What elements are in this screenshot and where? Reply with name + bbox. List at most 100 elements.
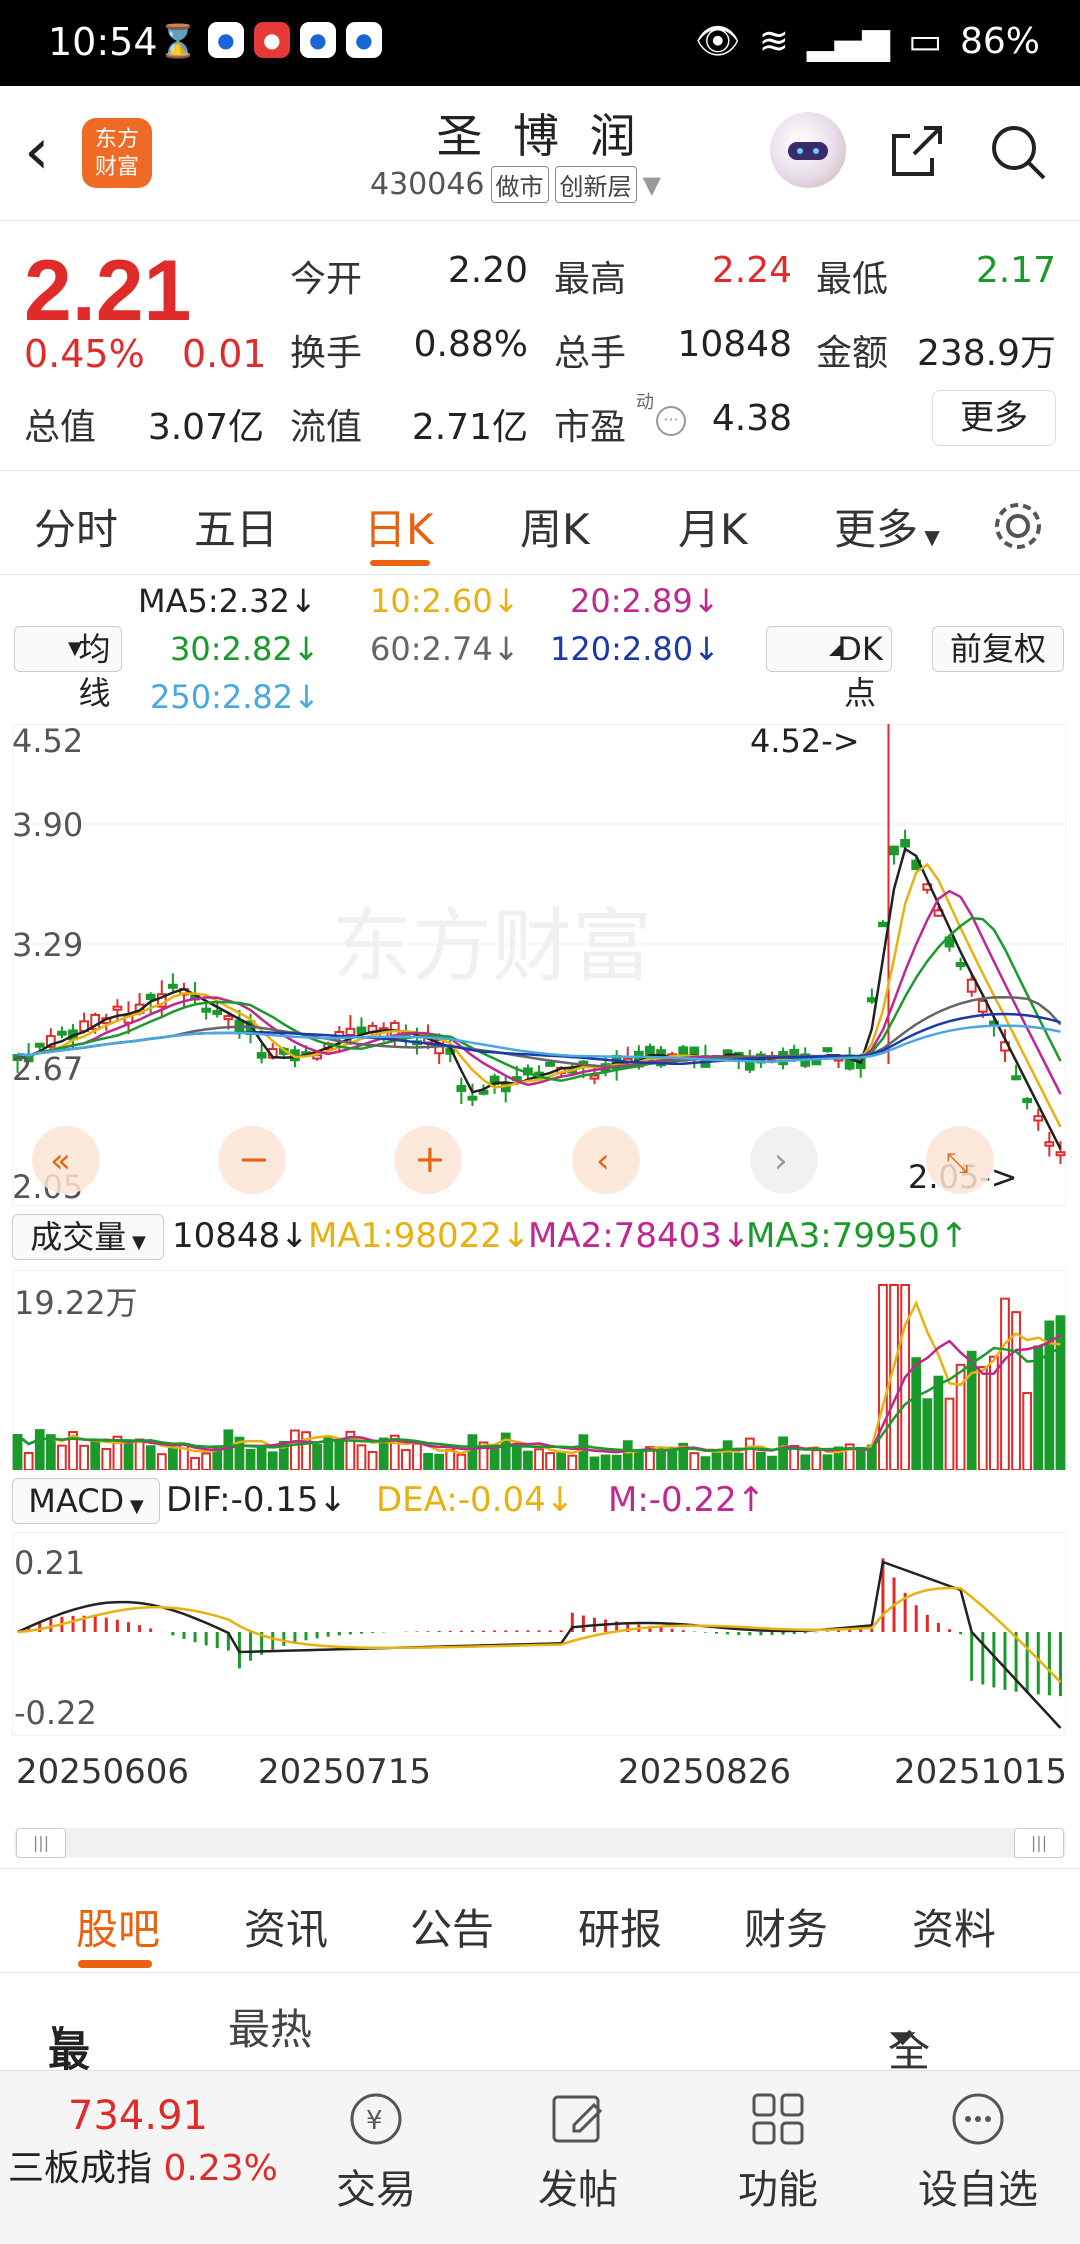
float-cap-value: 2.71亿: [411, 407, 528, 448]
ma20-value: 20:2.89↓: [570, 582, 720, 620]
post-button[interactable]: 发帖: [508, 2087, 648, 2215]
tab-five-day[interactable]: 五日: [194, 496, 278, 557]
tab-forum[interactable]: 股吧: [76, 1896, 160, 1957]
ma10-value: 10:2.60↓: [370, 582, 520, 620]
content-tabs: 股吧 资讯 公告 研报 财务 资料: [0, 1868, 1080, 1972]
pe-label: 市盈: [554, 407, 627, 448]
scroller-handle-left[interactable]: |||: [16, 1828, 66, 1858]
divider: [0, 470, 1080, 471]
pe-superscript: 动: [636, 392, 654, 413]
high-value: 2.24: [711, 250, 792, 291]
change-percent: 0.45%: [24, 332, 145, 376]
macd-y-max: 0.21: [14, 1544, 85, 1582]
battery-icon: ▭: [907, 20, 942, 62]
vol-ma2: MA2:78403↓: [528, 1216, 751, 1256]
share-icon[interactable]: [884, 120, 948, 184]
ma5-value: MA5:2.32↓: [138, 582, 317, 620]
battery-percent: 86%: [959, 20, 1040, 62]
index-ticker[interactable]: 734.91 三板成指 0.23%: [0, 2093, 290, 2191]
ma250-value: 250:2.82↓: [150, 678, 320, 716]
watermark: 东方财富: [332, 900, 652, 993]
ma30-value: 30:2.82↓: [170, 630, 320, 668]
tab-intraday[interactable]: 分时: [34, 496, 118, 557]
tab-monthly-k[interactable]: 月K: [678, 496, 748, 557]
high-marker: 4.52->: [750, 724, 860, 760]
volume-chart[interactable]: 19.22万: [12, 1270, 1066, 1470]
svg-text:−: −: [238, 1137, 270, 1181]
grid-icon: [752, 2093, 804, 2145]
index-change: 0.23%: [163, 2148, 278, 2189]
macd-selector[interactable]: MACD ▼: [12, 1478, 160, 1524]
svg-text:‹: ‹: [596, 1141, 610, 1181]
pe-value: 4.38: [711, 398, 792, 439]
settings-gear-icon[interactable]: [990, 498, 1046, 554]
tab-announcements[interactable]: 公告: [410, 1896, 494, 1957]
volume-legend: 成交量 ▼ 10848↓ MA1:98022↓ MA2:78403↓ MA3:7…: [12, 1212, 1066, 1262]
notification-icons: ⌛ ● ● ● ●: [158, 22, 382, 60]
period-tabs: 分时 五日 日K 周K 月K 更多 ▼: [0, 474, 1080, 574]
add-watchlist-button[interactable]: 设自选: [908, 2087, 1048, 2215]
y-axis-label: 3.90: [12, 806, 83, 844]
more-button[interactable]: 更多: [932, 390, 1056, 446]
y-axis-label: 3.29: [12, 926, 83, 964]
tab-research[interactable]: 研报: [578, 1896, 662, 1957]
hourglass-icon: ⌛: [158, 22, 198, 60]
svg-text:¥: ¥: [366, 2106, 383, 2136]
tier-tag: 创新层: [554, 166, 637, 203]
info-icon[interactable]: ···: [656, 406, 686, 436]
volume-value: 10848: [677, 324, 792, 365]
app-notification-icon: ●: [207, 22, 244, 58]
volume-label: 总手: [554, 333, 627, 374]
chart-range-scroller[interactable]: ||| |||: [14, 1828, 1066, 1858]
date-label: 20251015: [894, 1752, 1068, 1792]
ma-selector[interactable]: 均线 ▼: [14, 626, 122, 712]
stock-header: ‹ 东方 财富 圣 博 润 430046 做市 创新层 ▼: [0, 86, 1080, 220]
tab-news[interactable]: 资讯: [244, 1896, 328, 1957]
macd-dea: DEA:-0.04↓: [376, 1480, 575, 1520]
svg-text:›: ›: [774, 1141, 788, 1181]
trade-button[interactable]: ¥ 交易: [306, 2087, 446, 2215]
wifi-icon: ≋: [758, 20, 789, 62]
tab-daily-k[interactable]: 日K: [364, 496, 434, 557]
tab-finance[interactable]: 财务: [744, 1896, 828, 1957]
kline-chart[interactable]: 东方财富 4.52 3.90 3.29 2.67 2.05 4.52-> 2.0…: [12, 724, 1066, 1206]
macd-chart[interactable]: 0.21 -0.22: [12, 1532, 1066, 1736]
post-filter: 最新 ∨ 最热 ⏷全部: [0, 1974, 1080, 2137]
date-label: 20250606: [16, 1752, 190, 1792]
tab-profile[interactable]: 资料: [912, 1896, 996, 1957]
volume-y-max: 19.22万: [14, 1284, 138, 1322]
app-notification-icon: ●: [299, 22, 336, 58]
macd-m: M:-0.22↑: [608, 1480, 766, 1520]
open-value: 2.20: [447, 250, 528, 291]
sort-hot[interactable]: 最热: [228, 1996, 312, 2057]
market-tag: 做市: [490, 166, 549, 203]
float-cap-label: 流值: [290, 407, 363, 448]
dropdown-icon[interactable]: ▼: [643, 171, 661, 199]
eye-icon: 👁: [695, 21, 741, 62]
signal-icon: ▂▄▆: [806, 20, 890, 62]
functions-button[interactable]: 功能: [708, 2087, 848, 2215]
tab-weekly-k[interactable]: 周K: [520, 496, 590, 557]
volume-selector[interactable]: 成交量 ▼: [12, 1214, 164, 1260]
amount-label: 金额: [816, 333, 889, 374]
index-value: 734.91: [68, 2093, 208, 2139]
adjust-button[interactable]: 前复权: [932, 626, 1064, 672]
market-cap-value: 3.07亿: [147, 407, 264, 448]
ma-legend: MA5:2.32↓ 10:2.60↓ 20:2.89↓ 均线 ▼ 30:2.82↓…: [0, 574, 1080, 724]
svg-text:+: +: [414, 1137, 446, 1181]
search-icon[interactable]: [986, 120, 1050, 184]
chevron-down-icon: ∨: [48, 2018, 68, 2046]
date-axis: 20250606 20250715 20250826 20251015: [0, 1752, 1080, 1796]
yuan-exchange-icon: ¥: [350, 2093, 402, 2145]
assistant-avatar-icon[interactable]: [770, 112, 846, 188]
high-label: 最高: [554, 259, 627, 300]
scroller-handle-right[interactable]: |||: [1014, 1828, 1064, 1858]
ma60-value: 60:2.74↓: [370, 630, 520, 668]
macd-y-min: -0.22: [14, 1694, 97, 1732]
dk-point-button[interactable]: DK点 ◢: [766, 626, 892, 712]
svg-text:«: «: [50, 1141, 71, 1181]
tab-more[interactable]: 更多 ▼: [834, 496, 940, 557]
corner-icon: ◢: [829, 639, 842, 658]
app-notification-icon: ●: [345, 22, 382, 58]
edit-icon: [552, 2095, 603, 2143]
